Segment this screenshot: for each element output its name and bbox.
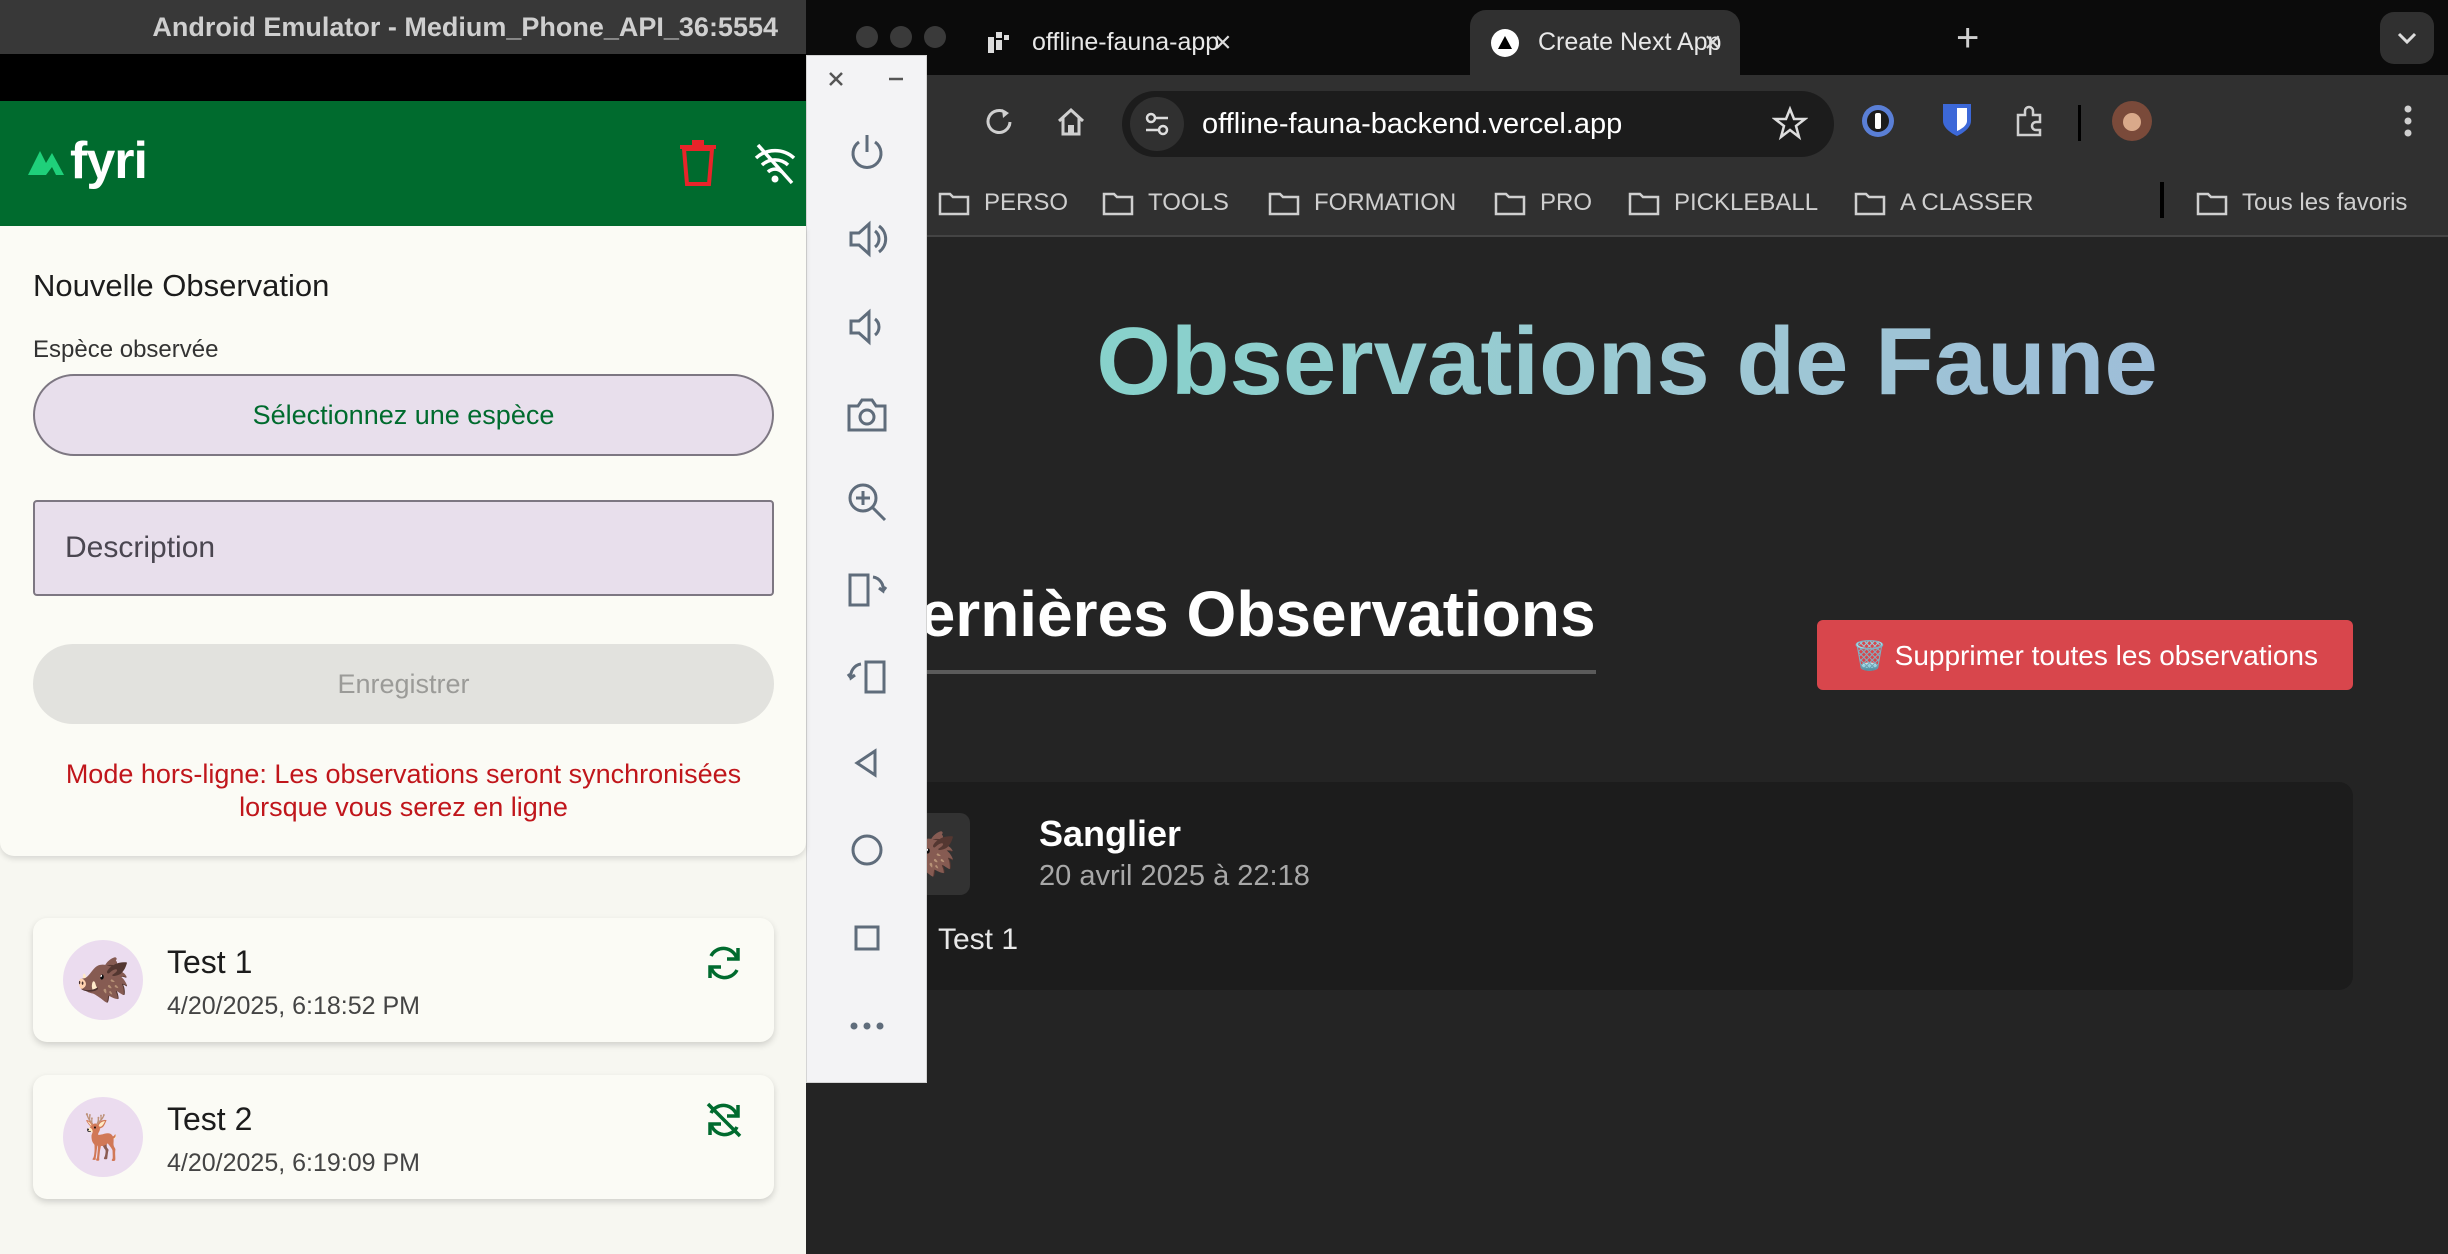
bookmark-label: A CLASSER — [1900, 189, 2034, 216]
vercel-favicon-icon — [984, 28, 1014, 58]
url-text: offline-fauna-backend.vercel.app — [1202, 107, 1623, 140]
password-manager-icon[interactable] — [1860, 103, 1896, 139]
tab-title: Create Next App — [1538, 28, 1722, 56]
tab-close-icon[interactable]: × — [1214, 26, 1232, 60]
folder-icon — [1854, 192, 1886, 216]
bookmarks-divider — [2160, 182, 2164, 218]
tab-create-next-app[interactable]: Create Next App × — [1470, 10, 1740, 75]
app-bar: fyri — [0, 101, 806, 226]
delete-all-button[interactable]: 🗑️ Supprimer toutes les observations — [1817, 620, 2353, 690]
bookmark-label: FORMATION — [1314, 189, 1457, 216]
nextjs-favicon-icon — [1490, 28, 1520, 58]
folder-icon — [1102, 192, 1134, 216]
species-select-button[interactable]: Sélectionnez une espèce — [33, 374, 774, 456]
species-avatar: 🐗 — [63, 940, 143, 1020]
wifi-off-icon[interactable] — [752, 141, 798, 187]
tab-title: offline-fauna-app--ncgcwtmh — [1032, 28, 1222, 56]
window-minimize-dot[interactable] — [890, 26, 912, 48]
page-title: Observations de Faune — [806, 307, 2448, 417]
bookmark-label: PERSO — [984, 189, 1069, 216]
window-zoom-dot[interactable] — [924, 26, 946, 48]
bookmark-folder-formation[interactable]: FORMATION — [1268, 189, 1456, 217]
bookmark-folder-pickleball[interactable]: PICKLEBALL — [1628, 189, 1818, 217]
browser-toolbar: offline-fauna-backend.vercel.app — [798, 75, 2448, 175]
description-input[interactable]: Description — [33, 500, 774, 596]
bookmark-folder-perso[interactable]: PERSO — [938, 189, 1068, 217]
observation-list-item[interactable]: 🦌 Test 2 4/20/2025, 6:19:09 PM — [33, 1075, 774, 1199]
bookmark-folder-pro[interactable]: PRO — [1494, 189, 1592, 217]
observation-form: Nouvelle Observation Espèce observée Sél… — [0, 226, 806, 856]
bookmark-folder-tools[interactable]: TOOLS — [1102, 189, 1229, 217]
species-label: Espèce observée — [33, 336, 219, 363]
rotate-left-icon[interactable] — [837, 559, 897, 619]
overview-icon[interactable] — [837, 908, 897, 968]
home-circle-icon[interactable] — [837, 820, 897, 880]
home-icon[interactable] — [1054, 105, 1088, 139]
emulator-toolbar — [806, 55, 927, 1083]
more-options-icon[interactable] — [837, 996, 897, 1056]
folder-icon — [1268, 192, 1300, 216]
bookmark-label: PRO — [1540, 189, 1593, 216]
sync-icon[interactable] — [703, 942, 745, 984]
bookmark-label: TOOLS — [1148, 189, 1229, 216]
new-tab-button[interactable]: + — [1956, 16, 1979, 61]
tab-search-button[interactable] — [2380, 12, 2434, 64]
emulator-minimize-icon[interactable] — [885, 68, 907, 90]
camera-icon[interactable] — [837, 385, 897, 445]
bookmarks-bar: PERSO TOOLS FORMATION PRO PICKLEBALL A C… — [806, 175, 2448, 237]
sync-off-icon[interactable] — [703, 1099, 745, 1141]
bookmark-label: PICKLEBALL — [1674, 189, 1819, 216]
emulator-title: Android Emulator - Medium_Phone_API_36:5… — [0, 0, 806, 54]
observation-description: Test 1 — [938, 923, 1019, 956]
profile-avatar[interactable] — [2112, 101, 2152, 141]
tab-strip: offline-fauna-app--ncgcwtmh × Create Nex… — [806, 0, 2448, 75]
android-status-bar — [0, 54, 806, 101]
observation-name: Test 2 — [167, 1101, 253, 1137]
observation-list-item[interactable]: 🐗 Test 1 4/20/2025, 6:18:52 PM — [33, 918, 774, 1042]
toolbar-divider — [2078, 105, 2081, 141]
observation-name: Test 1 — [167, 944, 253, 980]
window-close-dot[interactable] — [856, 26, 878, 48]
app-logo-text: fyri — [70, 132, 148, 190]
fyri-logo-icon — [28, 151, 64, 175]
reload-icon[interactable] — [982, 105, 1016, 139]
tab-close-icon[interactable]: × — [1704, 26, 1722, 60]
browser-window: offline-fauna-app--ncgcwtmh × Create Nex… — [798, 0, 2448, 1254]
bitwarden-icon[interactable] — [1940, 101, 1974, 139]
emulator-close-icon[interactable] — [825, 68, 847, 90]
offline-message: Mode hors-ligne: Les observations seront… — [65, 759, 742, 822]
tab-offline-fauna-app[interactable]: offline-fauna-app--ncgcwtmh × — [984, 10, 1284, 75]
observation-date: 4/20/2025, 6:19:09 PM — [167, 1149, 420, 1177]
extensions-icon[interactable] — [2012, 103, 2048, 139]
save-button[interactable]: Enregistrer — [33, 644, 774, 724]
observation-date: 4/20/2025, 6:18:52 PM — [167, 992, 420, 1020]
volume-down-icon[interactable] — [837, 297, 897, 357]
observation-date: 20 avril 2025 à 22:18 — [1039, 860, 1310, 892]
folder-icon — [938, 192, 970, 216]
form-title: Nouvelle Observation — [33, 268, 330, 303]
web-page: Observations de Faune 📝 Dernières Observ… — [806, 239, 2448, 1254]
bookmark-star-icon[interactable] — [1772, 105, 1808, 141]
power-icon[interactable] — [837, 122, 897, 182]
chevron-down-icon — [2397, 32, 2417, 45]
zoom-icon[interactable] — [837, 472, 897, 532]
volume-up-icon[interactable] — [837, 209, 897, 269]
back-icon[interactable] — [837, 733, 897, 793]
app-logo: fyri — [26, 131, 148, 191]
menu-more-icon[interactable] — [2404, 103, 2412, 139]
folder-icon — [2196, 192, 2228, 216]
site-info-icon[interactable] — [1130, 97, 1184, 151]
species-avatar: 🦌 — [63, 1097, 143, 1177]
emulator-window: Android Emulator - Medium_Phone_API_36:5… — [0, 0, 806, 1254]
folder-icon — [1628, 192, 1660, 216]
trash-icon[interactable] — [676, 137, 720, 189]
folder-icon — [1494, 192, 1526, 216]
all-bookmarks[interactable]: Tous les favoris — [2196, 189, 2407, 217]
bookmark-folder-a-classer[interactable]: A CLASSER — [1854, 189, 2033, 217]
rotate-right-icon[interactable] — [837, 646, 897, 706]
bookmark-label: Tous les favoris — [2242, 189, 2408, 216]
address-bar[interactable]: offline-fauna-backend.vercel.app — [1122, 91, 1834, 157]
observation-name: Sanglier — [1039, 813, 1182, 854]
